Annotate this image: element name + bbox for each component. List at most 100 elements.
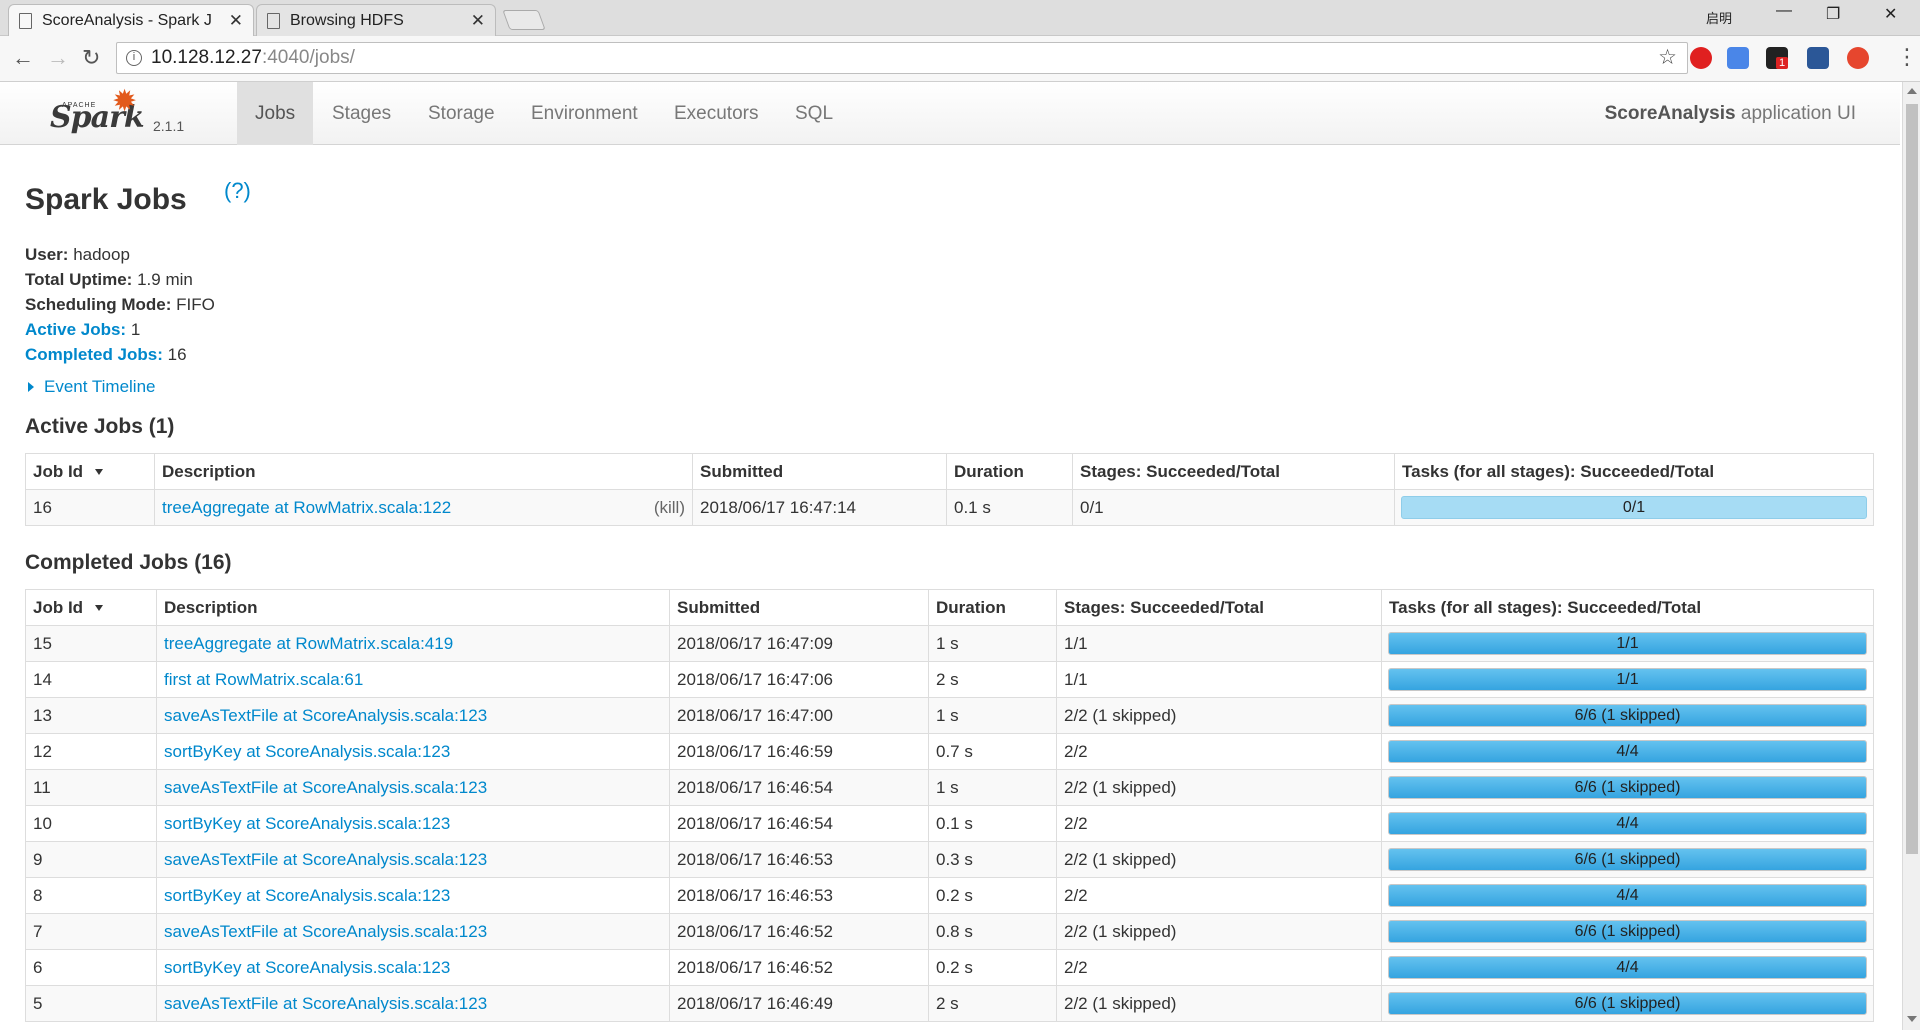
application-name: ScoreAnalysis application UI <box>1605 82 1856 145</box>
close-icon[interactable]: ✕ <box>471 11 485 31</box>
tasks-cell: 6/6 (1 skipped) <box>1381 697 1874 734</box>
job-description-link[interactable]: saveAsTextFile at ScoreAnalysis.scala:12… <box>164 850 487 869</box>
completed-jobs-link[interactable]: Completed Jobs: <box>25 345 163 364</box>
tab-stages[interactable]: Stages <box>314 82 409 145</box>
tasks-progress-bar: 1/1 <box>1388 632 1867 655</box>
window-profile-label[interactable]: 启明 <box>1706 8 1732 27</box>
col-tasks[interactable]: Tasks (for all stages): Succeeded/Total <box>1381 589 1874 626</box>
description-cell: saveAsTextFile at ScoreAnalysis.scala:12… <box>156 985 670 1022</box>
job-description-link[interactable]: saveAsTextFile at ScoreAnalysis.scala:12… <box>164 994 487 1013</box>
stages-cell: 1/1 <box>1056 661 1382 698</box>
job-id-cell: 14 <box>25 661 157 698</box>
stages-cell: 1/1 <box>1056 625 1382 662</box>
col-description[interactable]: Description <box>154 453 693 490</box>
description-cell: saveAsTextFile at ScoreAnalysis.scala:12… <box>156 697 670 734</box>
job-description-link[interactable]: saveAsTextFile at ScoreAnalysis.scala:12… <box>164 706 487 725</box>
job-description-link[interactable]: sortByKey at ScoreAnalysis.scala:123 <box>164 886 450 905</box>
job-id-cell: 13 <box>25 697 157 734</box>
tasks-progress-bar: 6/6 (1 skipped) <box>1388 776 1867 799</box>
table-header-row: Job Id Description Submitted Duration St… <box>25 589 1874 626</box>
bookmark-star-icon[interactable]: ☆ <box>1658 43 1677 73</box>
duration-cell: 1 s <box>928 769 1057 806</box>
summary-label: User: <box>25 245 69 264</box>
duration-cell: 2 s <box>928 661 1057 698</box>
caret-right-icon <box>28 382 34 392</box>
new-tab-button[interactable] <box>502 10 546 30</box>
scrollbar-thumb[interactable] <box>1906 104 1918 854</box>
restore-icon[interactable]: ❐ <box>1826 4 1840 24</box>
tab-sql[interactable]: SQL <box>777 82 851 145</box>
browser-tabstrip: ScoreAnalysis - Spark J ✕ Browsing HDFS … <box>0 0 1920 36</box>
col-job-id[interactable]: Job Id <box>25 453 155 490</box>
description-cell: sortByKey at ScoreAnalysis.scala:123 <box>156 805 670 842</box>
col-description[interactable]: Description <box>156 589 670 626</box>
opera-extension-icon[interactable] <box>1690 47 1712 69</box>
office-extension-icon[interactable] <box>1807 47 1829 69</box>
forward-icon[interactable]: → <box>47 45 69 71</box>
active-jobs-link[interactable]: Active Jobs: <box>25 320 126 339</box>
job-description-link[interactable]: saveAsTextFile at ScoreAnalysis.scala:12… <box>164 922 487 941</box>
event-timeline-label: Event Timeline <box>44 377 156 396</box>
progress-label: 6/6 (1 skipped) <box>1574 851 1681 868</box>
col-stages[interactable]: Stages: Succeeded/Total <box>1072 453 1395 490</box>
col-submitted[interactable]: Submitted <box>669 589 929 626</box>
scroll-down-icon[interactable] <box>1907 1016 1917 1022</box>
progress-label: 4/4 <box>1616 959 1639 976</box>
page-scrollbar[interactable] <box>1902 82 1920 1030</box>
tab-executors[interactable]: Executors <box>656 82 776 145</box>
translate-extension-icon[interactable] <box>1727 47 1749 69</box>
col-submitted[interactable]: Submitted <box>692 453 947 490</box>
table-row: 10 sortByKey at ScoreAnalysis.scala:123 20… <box>25 805 1874 842</box>
info-icon[interactable]: i <box>126 50 142 66</box>
minimize-icon[interactable]: — <box>1776 2 1792 20</box>
description-cell: first at RowMatrix.scala:61 <box>156 661 670 698</box>
sort-desc-icon <box>95 605 104 612</box>
help-link[interactable]: (?) <box>224 178 251 204</box>
address-bar[interactable]: i 10.128.12.27:4040/jobs/ ☆ <box>116 42 1688 74</box>
duration-cell: 0.3 s <box>928 841 1057 878</box>
close-icon[interactable]: ✕ <box>229 11 243 31</box>
browser-menu-icon[interactable]: ⋮ <box>1896 44 1918 70</box>
tasks-progress-bar: 6/6 (1 skipped) <box>1388 920 1867 943</box>
weibo-extension-icon[interactable] <box>1847 47 1869 69</box>
progress-label: 4/4 <box>1616 887 1639 904</box>
tasks-progress-bar: 4/4 <box>1388 740 1867 763</box>
reload-icon[interactable]: ↻ <box>82 45 100 71</box>
description-cell: saveAsTextFile at ScoreAnalysis.scala:12… <box>156 841 670 878</box>
progress-label: 6/6 (1 skipped) <box>1574 779 1681 796</box>
tasks-cell: 1/1 <box>1381 625 1874 662</box>
extension-icon[interactable]: 1 <box>1766 47 1789 69</box>
tasks-progress-bar: 6/6 (1 skipped) <box>1388 848 1867 871</box>
close-window-icon[interactable]: ✕ <box>1884 4 1897 24</box>
tasks-cell: 6/6 (1 skipped) <box>1381 913 1874 950</box>
scroll-up-icon[interactable] <box>1907 88 1917 94</box>
back-icon[interactable]: ← <box>12 45 34 71</box>
job-description-link[interactable]: treeAggregate at RowMatrix.scala:419 <box>164 634 453 653</box>
tab-jobs[interactable]: Jobs <box>237 82 314 145</box>
duration-cell: 0.8 s <box>928 913 1057 950</box>
browser-tab-hdfs[interactable]: Browsing HDFS ✕ <box>256 4 496 36</box>
job-description-link[interactable]: saveAsTextFile at ScoreAnalysis.scala:12… <box>164 778 487 797</box>
job-description-link[interactable]: sortByKey at ScoreAnalysis.scala:123 <box>164 742 450 761</box>
job-description-link[interactable]: sortByKey at ScoreAnalysis.scala:123 <box>164 814 450 833</box>
col-tasks[interactable]: Tasks (for all stages): Succeeded/Total <box>1394 453 1874 490</box>
col-duration[interactable]: Duration <box>928 589 1057 626</box>
job-description-link[interactable]: treeAggregate at RowMatrix.scala:122 <box>162 498 451 517</box>
tab-storage[interactable]: Storage <box>410 82 513 145</box>
tab-environment[interactable]: Environment <box>513 82 656 145</box>
col-stages[interactable]: Stages: Succeeded/Total <box>1056 589 1382 626</box>
tasks-cell: 6/6 (1 skipped) <box>1381 985 1874 1022</box>
event-timeline-toggle[interactable]: Event Timeline <box>25 377 156 397</box>
job-id-cell: 9 <box>25 841 157 878</box>
kill-link[interactable]: (kill) <box>654 498 685 518</box>
summary-value: hadoop <box>68 245 130 264</box>
job-description-link[interactable]: first at RowMatrix.scala:61 <box>164 670 363 689</box>
col-duration[interactable]: Duration <box>946 453 1073 490</box>
table-row: 5 saveAsTextFile at ScoreAnalysis.scala:1… <box>25 985 1874 1022</box>
col-job-id[interactable]: Job Id <box>25 589 157 626</box>
browser-tab-spark[interactable]: ScoreAnalysis - Spark J ✕ <box>8 4 254 36</box>
duration-cell: 0.1 s <box>928 805 1057 842</box>
summary-value: 1 <box>126 320 141 339</box>
job-description-link[interactable]: sortByKey at ScoreAnalysis.scala:123 <box>164 958 450 977</box>
progress-label: 6/6 (1 skipped) <box>1574 995 1681 1012</box>
